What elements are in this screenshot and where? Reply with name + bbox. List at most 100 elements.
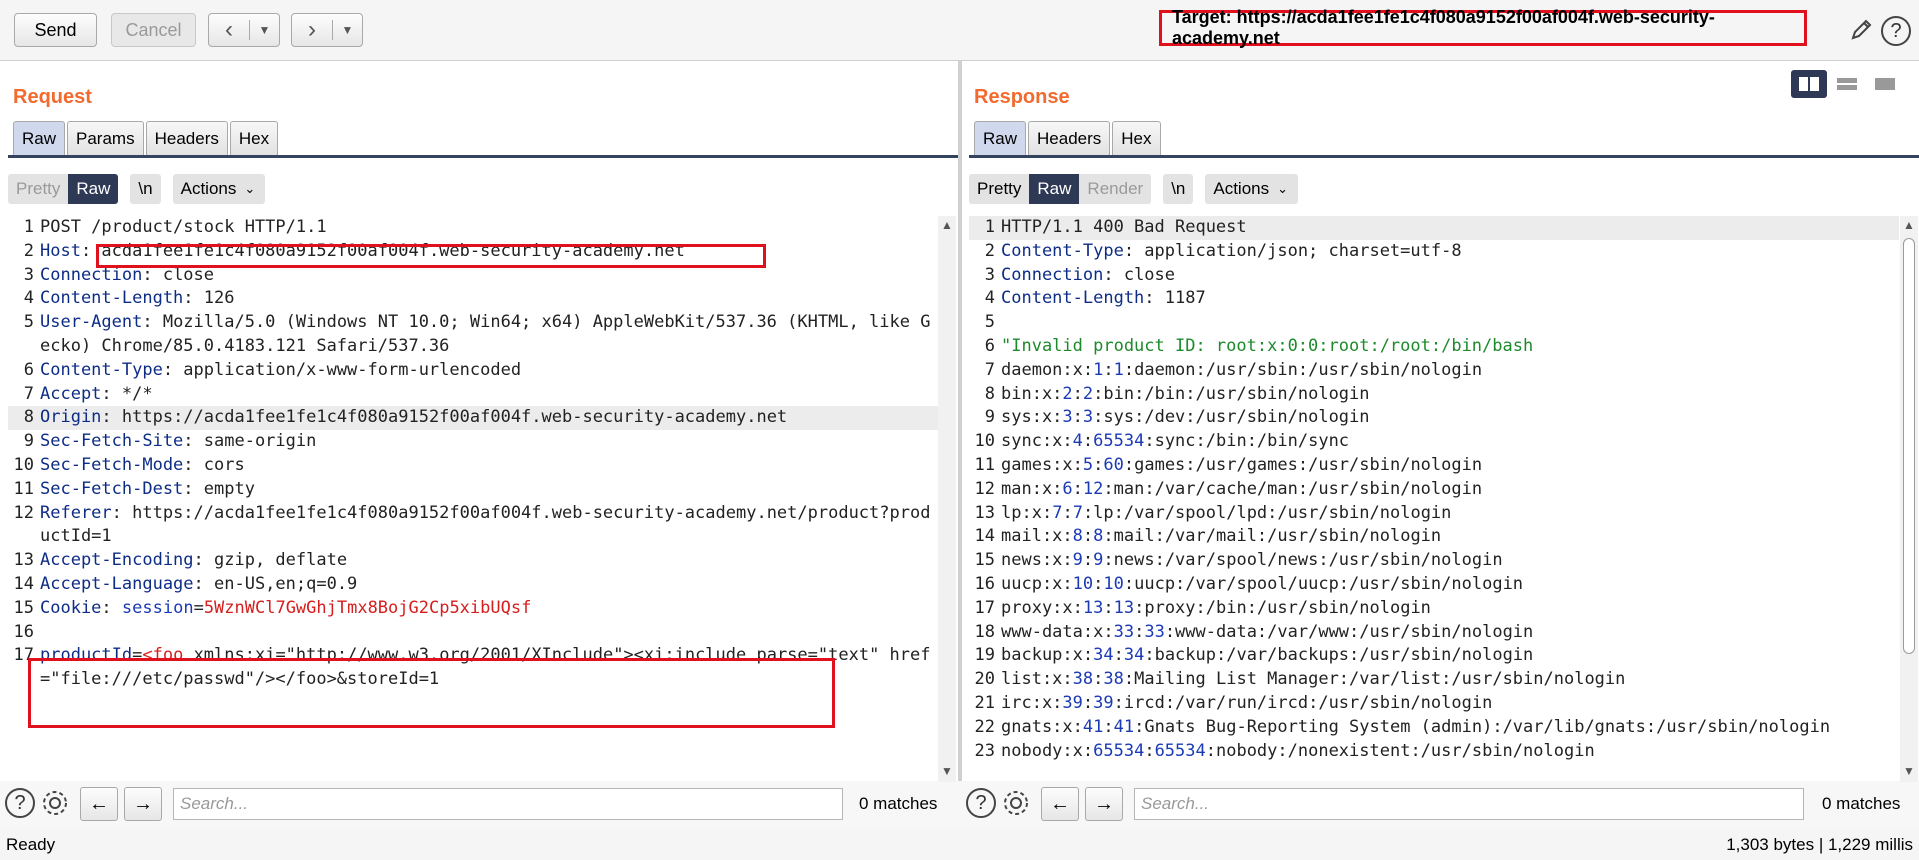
next-match-button[interactable]: →: [1085, 787, 1123, 821]
code-line: 8 bin:x:2:2:bin:/bin:/usr/sbin/nologin: [969, 383, 1899, 407]
arrow-right-icon: →: [133, 792, 153, 815]
line-content: gnats:x:41:41:Gnats Bug-Reporting System…: [1001, 716, 1899, 740]
code-token: : application/x-www-form-urlencoded: [162, 359, 522, 380]
code-line: 16: [8, 621, 938, 645]
actions-menu[interactable]: Actions ⌄: [172, 174, 266, 204]
response-search-input[interactable]: Search...: [1134, 788, 1804, 820]
code-line: 15 Cookie: session=5WznWCl7GwGhjTmx8BojG2…: [8, 597, 938, 621]
code-token: mail:x:: [1001, 526, 1073, 547]
line-content: man:x:6:12:man:/var/cache/man:/usr/sbin/…: [1001, 478, 1899, 502]
request-editor[interactable]: 1 POST /product/stock HTTP/1.1 2 Host: acda…: [8, 216, 938, 692]
code-token: :: [1093, 454, 1104, 475]
tab-params[interactable]: Params: [67, 121, 144, 155]
request-search-input[interactable]: Search...: [173, 788, 843, 820]
prev-match-button[interactable]: ←: [1041, 787, 1079, 821]
code-line: 16 uucp:x:10:10:uucp:/var/spool/uucp:/usr…: [969, 573, 1899, 597]
actions-label: Actions: [1213, 179, 1270, 198]
request-scrollbar[interactable]: ▲ ▼: [938, 216, 956, 782]
code-token: :: [1072, 478, 1083, 499]
code-token: :bin:/bin:/usr/sbin/nologin: [1093, 383, 1370, 404]
newline-toggle[interactable]: \n: [1163, 174, 1194, 204]
request-title: Request: [13, 86, 92, 108]
actions-menu[interactable]: Actions ⌄: [1205, 174, 1299, 204]
pretty-button[interactable]: Pretty: [969, 174, 1030, 204]
pencil-icon[interactable]: [1848, 14, 1876, 44]
tab-hex[interactable]: Hex: [229, 121, 279, 155]
target-label[interactable]: Target: https://acda1fee1fe1c4f080a9152f…: [1159, 7, 1807, 48]
code-token: :: [1093, 669, 1104, 690]
line-content: Referer: https://acda1fee1fe1c4f080a9152…: [40, 502, 938, 550]
code-token: :proxy:/bin:/usr/sbin/nologin: [1134, 597, 1431, 618]
code-token: :: [1072, 407, 1083, 428]
help-icon[interactable]: ?: [5, 788, 35, 818]
line-content: list:x:38:38:Mailing List Manager:/var/l…: [1001, 668, 1899, 692]
scroll-thumb[interactable]: [1903, 238, 1915, 654]
code-token: 8: [1093, 526, 1104, 547]
scroll-up-icon[interactable]: ▲: [1900, 218, 1918, 234]
render-button[interactable]: Render: [1079, 174, 1152, 204]
code-token: 34: [1093, 645, 1114, 666]
code-token: Connection: [40, 264, 143, 285]
code-token: : */*: [101, 383, 153, 404]
line-number: 11: [13, 478, 34, 499]
scroll-up-icon[interactable]: ▲: [938, 218, 956, 234]
tab-headers[interactable]: Headers: [1028, 121, 1111, 155]
code-line: 17 productId=<foo xmlns:xi="http://www.w3…: [8, 644, 938, 692]
code-token: :news:/var/spool/news:/usr/sbin/nologin: [1103, 550, 1503, 571]
code-line: 19 backup:x:34:34:backup:/var/backups:/us…: [969, 644, 1899, 668]
help-icon[interactable]: ?: [1881, 16, 1911, 46]
line-content: [1001, 311, 1899, 335]
code-line: 17 proxy:x:13:13:proxy:/bin:/usr/sbin/nol…: [969, 597, 1899, 621]
line-content: Content-Length: 1187: [1001, 287, 1899, 311]
request-matches-count: 0 matches: [859, 794, 938, 813]
history-back-button[interactable]: ‹ ▼: [208, 13, 280, 47]
code-line: 2 Host: acda1fee1fe1c4f080a9152f00af004f.…: [8, 240, 938, 264]
code-line: 20 list:x:38:38:Mailing List Manager:/var…: [969, 668, 1899, 692]
gear-icon[interactable]: [38, 786, 72, 820]
code-token: POST /product/stock HTTP/1.1: [40, 217, 327, 237]
pretty-button[interactable]: Pretty: [8, 174, 69, 204]
next-match-button[interactable]: →: [124, 787, 162, 821]
response-editor[interactable]: 1 HTTP/1.1 400 Bad Request 2 Content-Type: …: [969, 216, 1899, 782]
code-token: :: [1103, 597, 1114, 618]
tab-raw[interactable]: Raw: [974, 121, 1027, 155]
tab-headers[interactable]: Headers: [145, 121, 228, 155]
prev-match-button[interactable]: ←: [80, 787, 118, 821]
split-horizontal-icon[interactable]: [1791, 70, 1827, 98]
cancel-button[interactable]: Cancel: [111, 13, 196, 47]
tab-hex[interactable]: Hex: [1112, 121, 1161, 155]
code-token: 65534: [1154, 740, 1206, 761]
line-content: news:x:9:9:news:/var/spool/news:/usr/sbi…: [1001, 549, 1899, 573]
line-number: 7: [984, 359, 995, 380]
help-icon[interactable]: ?: [966, 788, 996, 818]
line-number: 14: [974, 526, 995, 547]
line-content: uucp:x:10:10:uucp:/var/spool/uucp:/usr/s…: [1001, 573, 1899, 597]
line-content: Connection: close: [1001, 264, 1899, 288]
send-button[interactable]: Send: [14, 13, 97, 47]
raw-button[interactable]: Raw: [1029, 174, 1080, 204]
line-number: 8: [984, 383, 995, 404]
newline-toggle[interactable]: \n: [130, 174, 161, 204]
code-line: 4 Content-Length: 126: [8, 287, 938, 311]
code-line: 9 sys:x:3:3:sys:/dev:/usr/sbin/nologin: [969, 406, 1899, 430]
tab-underline: [8, 155, 958, 158]
scroll-down-icon[interactable]: ▼: [1900, 764, 1918, 780]
code-token: 5: [1082, 454, 1094, 475]
code-line: 1 POST /product/stock HTTP/1.1: [8, 216, 938, 240]
code-token: 60: [1103, 454, 1124, 475]
tabs-layout-icon[interactable]: [1867, 70, 1903, 98]
response-scrollbar[interactable]: ▲ ▼: [1900, 216, 1918, 782]
code-token: Sec-Fetch-Site: [40, 431, 184, 452]
gear-icon[interactable]: [999, 786, 1033, 820]
line-number: 13: [974, 502, 995, 523]
code-token: :sys:/dev:/usr/sbin/nologin: [1093, 407, 1370, 428]
raw-button[interactable]: Raw: [68, 174, 119, 204]
line-number: 15: [13, 597, 34, 618]
code-token: =: [132, 645, 143, 666]
tab-raw[interactable]: Raw: [13, 121, 66, 155]
split-vertical-icon[interactable]: [1829, 70, 1865, 98]
code-token: :Mailing List Manager:/var/list:/usr/sbi…: [1123, 669, 1626, 690]
line-number: 20: [974, 669, 995, 690]
history-forward-button[interactable]: › ▼: [291, 13, 363, 47]
scroll-down-icon[interactable]: ▼: [938, 764, 956, 780]
